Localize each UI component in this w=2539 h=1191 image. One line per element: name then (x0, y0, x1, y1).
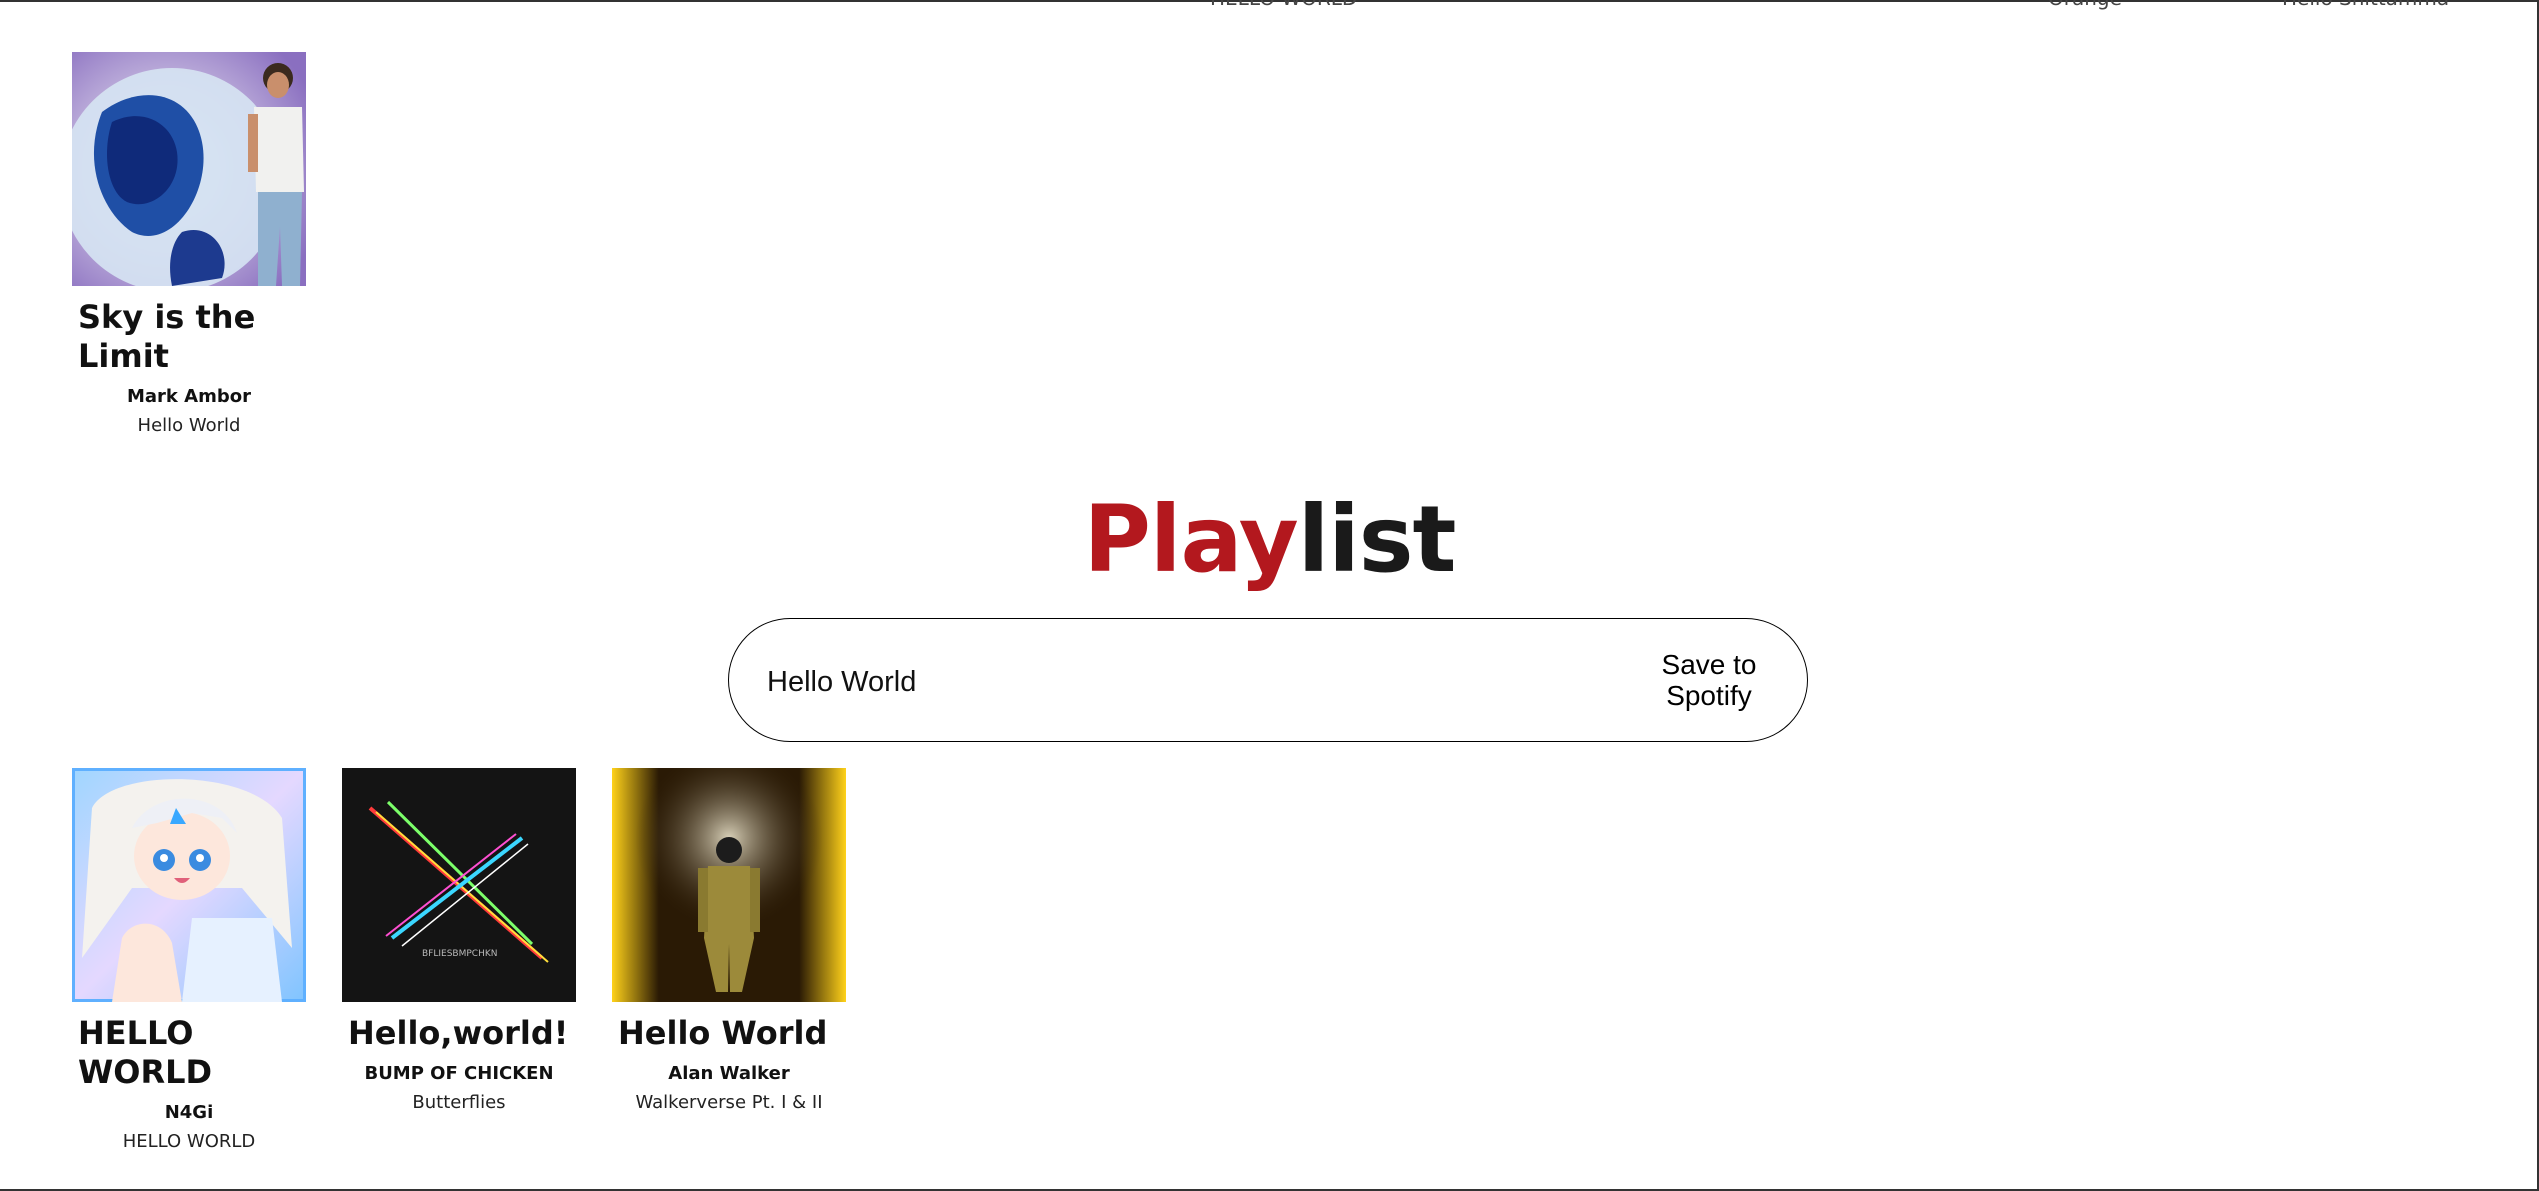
track-album: Hello World (137, 415, 241, 436)
playlist-name-input[interactable] (765, 659, 1469, 705)
track-card[interactable]: Hello World Alan Walker Walkerverse Pt. … (612, 768, 846, 1113)
track-artist: Alan Walker (668, 1063, 790, 1084)
track-title: Hello World (618, 1014, 828, 1052)
album-art-icon (72, 768, 306, 1002)
track-card[interactable]: Sky is the Limit Mark Ambor Hello World (72, 52, 306, 436)
track-album: Walkerverse Pt. I & II (635, 1092, 823, 1113)
album-art-icon (612, 768, 846, 1002)
track-title: Sky is the Limit (78, 298, 256, 375)
track-title: Hello,world! (348, 1014, 569, 1052)
album-art-icon (72, 52, 306, 286)
playlist-heading: Playlist (0, 480, 2539, 600)
clipped-text: HELLO WORLD (1210, 0, 1357, 10)
playlist-heading-rest: list (1297, 486, 1457, 593)
track-album: Butterflies (412, 1092, 506, 1113)
track-title: HELLO WORLD (78, 1014, 213, 1091)
track-card[interactable]: HELLO WORLD N4Gi HELLO WORLD (72, 768, 306, 1152)
clipped-text: Orange (2048, 0, 2122, 10)
track-artist: N4Gi (164, 1102, 214, 1123)
playlist-bar: Save to Spotify (728, 618, 1808, 742)
track-album: HELLO WORLD (122, 1131, 256, 1152)
svg-text:BFLIESBMPCHKN: BFLIESBMPCHKN (422, 949, 497, 959)
save-to-spotify-button[interactable]: Save to Spotify (1649, 649, 1769, 711)
track-artist: BUMP OF CHICKEN (364, 1063, 554, 1084)
track-artist: Mark Ambor (127, 386, 251, 407)
clipped-text: Hello Shittamma (2282, 0, 2449, 10)
album-art-icon: BFLIESBMPCHKN (342, 768, 576, 1002)
playlist-heading-accent: Play (1083, 486, 1299, 593)
track-card[interactable]: BFLIESBMPCHKN Hello,world! BUMP OF CHICK… (342, 768, 576, 1113)
